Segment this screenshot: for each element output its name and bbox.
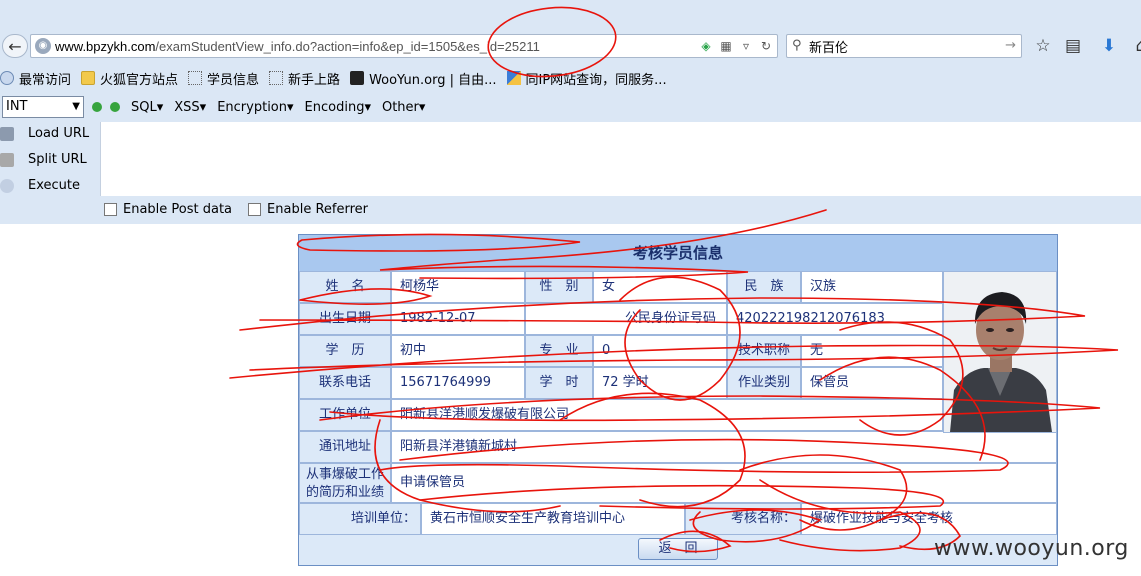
play-icon bbox=[0, 178, 14, 193]
search-icon: ⚲ bbox=[792, 38, 802, 53]
enable-post-checkbox[interactable] bbox=[104, 203, 117, 216]
major-value: 0 bbox=[593, 335, 727, 367]
reload-icon[interactable]: ↻ bbox=[759, 38, 773, 54]
home-icon[interactable]: ⌂ bbox=[1131, 36, 1141, 56]
history-value: 申请保管员 bbox=[391, 463, 1057, 503]
shield-icon[interactable]: ◈ bbox=[699, 38, 713, 54]
url-text[interactable]: www.bpzykh.com/examStudentView_info.do?a… bbox=[55, 39, 540, 54]
hackbar-url-textarea[interactable] bbox=[100, 122, 1141, 196]
chevron-down-icon: ▼ bbox=[72, 101, 80, 112]
search-input[interactable] bbox=[809, 37, 999, 55]
education-value: 初中 bbox=[391, 335, 525, 367]
menu-sql[interactable]: SQL▾ bbox=[131, 100, 163, 115]
most-visited-icon bbox=[0, 71, 14, 85]
bookmark-most-visited[interactable]: 最常访问 bbox=[0, 69, 71, 88]
menu-xss[interactable]: XSS▾ bbox=[174, 100, 206, 115]
phone-value: 15671764999 bbox=[391, 367, 525, 399]
load-url-button[interactable]: Load URL bbox=[0, 126, 89, 141]
birth-label: 出生日期 bbox=[299, 303, 391, 335]
hours-value: 72 学时 bbox=[593, 367, 727, 399]
return-button[interactable]: 返 回 bbox=[638, 538, 718, 560]
page-icon bbox=[269, 71, 284, 85]
url-bar[interactable]: ◉ www.bpzykh.com/examStudentView_info.do… bbox=[30, 34, 778, 58]
plus-icon[interactable] bbox=[110, 102, 120, 112]
ethnic-label: 民 族 bbox=[727, 271, 801, 303]
bookmark-same-ip[interactable]: 同IP网站查询，同服务... bbox=[506, 69, 667, 88]
wooyun-icon bbox=[350, 71, 365, 85]
gender-label: 性 别 bbox=[525, 271, 593, 303]
hackbar-actions: Load URL Split URL Execute bbox=[0, 122, 98, 198]
gender-value: 女 bbox=[593, 271, 727, 303]
hackbar-options: Enable Post data Enable Referrer bbox=[104, 202, 368, 217]
phone-label: 联系电话 bbox=[299, 367, 391, 399]
navigation-toolbar: ← ◉ www.bpzykh.com/examStudentView_info.… bbox=[0, 32, 1141, 60]
globe-icon: ◉ bbox=[35, 38, 51, 54]
bookmark-student-info[interactable]: 学员信息 bbox=[188, 69, 259, 88]
enable-referrer-checkbox[interactable] bbox=[248, 203, 262, 216]
menu-other[interactable]: Other▾ bbox=[382, 100, 425, 115]
split-url-button[interactable]: Split URL bbox=[0, 152, 87, 167]
int-select[interactable]: INT ▼ bbox=[2, 96, 84, 118]
scissors-icon bbox=[0, 152, 14, 167]
load-url-icon bbox=[0, 126, 14, 141]
execute-button[interactable]: Execute bbox=[0, 178, 80, 193]
watermark: www.wooyun.org bbox=[934, 536, 1129, 561]
tech-title-value: 无 bbox=[801, 335, 943, 367]
menu-encoding[interactable]: Encoding▾ bbox=[305, 100, 371, 115]
ethnic-value: 汉族 bbox=[801, 271, 943, 303]
ip-lookup-icon bbox=[506, 71, 521, 85]
person-photo-icon bbox=[944, 272, 1056, 432]
job-type-value: 保管员 bbox=[801, 367, 943, 399]
history-label: 从事爆破工作的简历和业绩 bbox=[299, 463, 391, 503]
minus-icon[interactable] bbox=[92, 102, 102, 112]
address-value: 阳新县洋港镇新城村 bbox=[391, 431, 1057, 463]
exam-name-value: 爆破作业技能与安全考核 bbox=[801, 503, 1057, 535]
address-label: 通讯地址 bbox=[299, 431, 391, 463]
bookmarks-toolbar: 最常访问 火狐官方站点 学员信息 新手上路 WooYun.org | 自由...… bbox=[0, 66, 1141, 90]
birth-value: 1982-12-07 bbox=[391, 303, 525, 335]
student-photo bbox=[943, 271, 1057, 433]
qr-code-icon[interactable]: ▦ bbox=[719, 38, 733, 54]
education-label: 学 历 bbox=[299, 335, 391, 367]
menu-encryption[interactable]: Encryption▾ bbox=[217, 100, 293, 115]
exam-name-label: 考核名称： bbox=[685, 503, 801, 535]
major-label: 专 业 bbox=[525, 335, 593, 367]
table-title: 考核学员信息 bbox=[299, 235, 1057, 271]
name-value: 柯杨华 bbox=[391, 271, 525, 303]
reading-list-icon[interactable]: ▤ bbox=[1063, 36, 1083, 56]
id-value: 420222198212076183 bbox=[727, 303, 943, 335]
search-bar: ⚲ → bbox=[786, 34, 1022, 58]
job-type-label: 作业类别 bbox=[727, 367, 801, 399]
dropdown-arrow-icon[interactable]: ▿ bbox=[739, 38, 753, 54]
back-arrow-icon[interactable]: ← bbox=[2, 34, 28, 58]
training-unit-label: 培训单位： bbox=[299, 503, 421, 535]
download-icon[interactable]: ⬇ bbox=[1099, 36, 1119, 56]
work-unit-label: 工作单位 bbox=[299, 399, 391, 431]
bookmark-wooyun[interactable]: WooYun.org | 自由... bbox=[350, 69, 497, 88]
id-label: 公民身份证号码 bbox=[525, 303, 727, 335]
training-unit-value: 黄石市恒顺安全生产教育培训中心 bbox=[421, 503, 685, 535]
browser-chrome: ← ◉ www.bpzykh.com/examStudentView_info.… bbox=[0, 0, 1141, 224]
hackbar-toolbar: INT ▼ SQL▾ XSS▾ Encryption▾ Encoding▾ Oth… bbox=[0, 94, 1141, 120]
search-go-icon[interactable]: → bbox=[1005, 38, 1016, 53]
page-icon bbox=[188, 71, 203, 85]
student-info-table: 考核学员信息 姓 名 柯杨华 性 别 女 民 族 汉族 出生日期 1982-12… bbox=[298, 234, 1058, 566]
hours-label: 学 时 bbox=[525, 367, 593, 399]
bookmark-firefox-official[interactable]: 火狐官方站点 bbox=[81, 69, 178, 88]
name-label: 姓 名 bbox=[299, 271, 391, 303]
folder-icon bbox=[81, 71, 96, 85]
bookmark-getting-started[interactable]: 新手上路 bbox=[269, 69, 340, 88]
work-unit-value: 阳新县洋港顺发爆破有限公司 bbox=[391, 399, 943, 431]
star-icon[interactable]: ☆ bbox=[1033, 36, 1053, 56]
tech-title-label: 技术职称 bbox=[727, 335, 801, 367]
